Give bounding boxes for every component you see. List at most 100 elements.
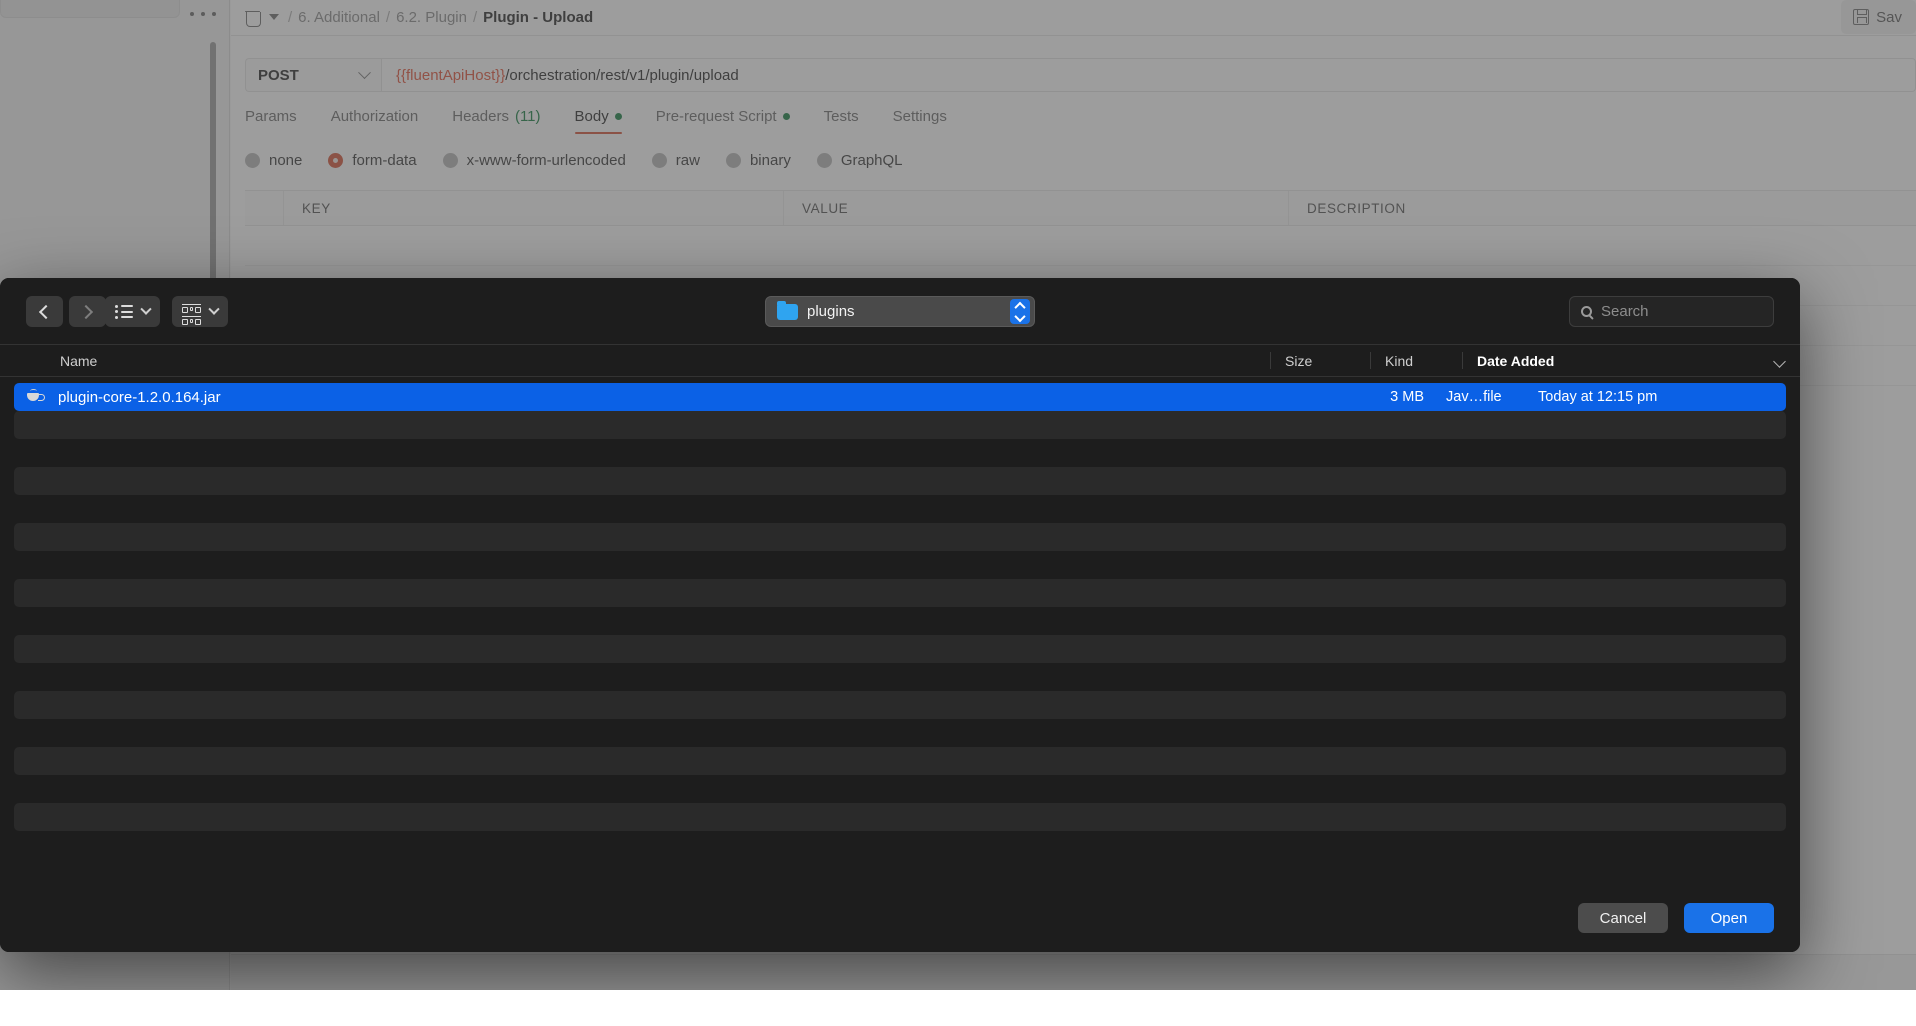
body-type-graphql-label: GraphQL xyxy=(840,152,903,169)
java-file-icon xyxy=(26,389,45,404)
list-item xyxy=(14,635,1786,663)
updown-stepper-icon[interactable] xyxy=(1010,299,1030,324)
tab-pre-request-script[interactable]: Pre-request Script xyxy=(639,108,807,134)
breadcrumb-separator-1: / xyxy=(288,8,293,26)
current-folder-label: plugins xyxy=(807,303,855,320)
chevron-left-icon xyxy=(38,304,54,319)
tab-headers[interactable]: Headers (11) xyxy=(435,108,557,134)
list-item xyxy=(14,663,1786,691)
path-popup-button[interactable]: plugins xyxy=(765,296,1035,327)
url-bar: POST {{fluentApiHost}}/orchestration/res… xyxy=(245,58,1916,92)
list-view-icon xyxy=(115,305,133,319)
chevron-down-icon xyxy=(358,65,371,79)
ellipsis-icon[interactable] xyxy=(190,5,216,23)
file-kind-cell: Jav…file xyxy=(1446,389,1502,405)
url-input[interactable]: {{fluentApiHost}}/orchestration/rest/v1/… xyxy=(381,58,1916,92)
group-by-button[interactable] xyxy=(172,296,228,327)
search-input[interactable]: Search xyxy=(1569,296,1774,327)
list-item[interactable]: plugin-core-1.2.0.164.jar 3 MB Jav…file … xyxy=(14,383,1786,411)
header-divider xyxy=(231,35,1916,36)
tab-settings[interactable]: Settings xyxy=(876,108,964,134)
caret-down-icon[interactable] xyxy=(269,14,279,20)
chevron-down-icon xyxy=(140,303,152,315)
list-item xyxy=(14,719,1786,747)
body-type-form-data[interactable]: form-data xyxy=(328,152,430,169)
tab-authorization[interactable]: Authorization xyxy=(314,108,436,134)
method-select[interactable]: POST xyxy=(245,58,381,92)
collection-trash-icon xyxy=(245,9,261,27)
column-header-kind[interactable]: Kind xyxy=(1370,352,1462,369)
body-type-none-label: none xyxy=(269,152,303,169)
list-item xyxy=(14,775,1786,803)
list-item xyxy=(14,803,1786,831)
body-type-radio-group: none form-data x-www-form-urlencoded raw… xyxy=(245,152,929,169)
tab-pre-request-script-label: Pre-request Script xyxy=(655,108,777,125)
body-type-urlencoded[interactable]: x-www-form-urlencoded xyxy=(442,152,640,169)
form-data-table-header: KEY VALUE DESCRIPTION xyxy=(245,190,1916,226)
radio-icon-graphql xyxy=(816,153,832,168)
page-title: Plugin - Upload xyxy=(483,8,594,26)
list-view-button[interactable] xyxy=(105,296,160,327)
list-item xyxy=(14,523,1786,551)
save-button[interactable]: Sav xyxy=(1841,0,1916,34)
search-icon xyxy=(1581,306,1592,317)
body-type-binary-label: binary xyxy=(749,152,791,169)
table-header-key[interactable]: KEY xyxy=(283,191,783,225)
bottom-left-spacer xyxy=(0,990,230,1026)
column-header-date-added[interactable]: Date Added xyxy=(1462,352,1800,369)
body-type-raw-label: raw xyxy=(675,152,700,169)
cancel-button[interactable]: Cancel xyxy=(1578,903,1668,933)
file-name-label: plugin-core-1.2.0.164.jar xyxy=(58,388,221,406)
sidebar-tab-chip[interactable] xyxy=(0,0,180,18)
table-header-checkbox-col xyxy=(245,191,283,225)
list-item xyxy=(14,467,1786,495)
tab-params[interactable]: Params xyxy=(245,108,314,134)
file-list-column-headers: Name Size Kind Date Added xyxy=(0,344,1800,377)
bottom-spacer xyxy=(0,990,1916,1026)
tab-tests-label: Tests xyxy=(823,108,859,125)
tab-body-status-dot xyxy=(614,113,622,120)
list-item xyxy=(14,439,1786,467)
breadcrumb-separator-3: / xyxy=(472,8,478,26)
body-type-graphql[interactable]: GraphQL xyxy=(816,152,917,169)
dialog-toolbar: plugins Search xyxy=(0,278,1800,344)
tab-tests[interactable]: Tests xyxy=(807,108,876,134)
radio-icon-binary xyxy=(725,153,741,168)
file-date-added-cell: Today at 12:15 pm xyxy=(1538,389,1658,405)
open-button[interactable]: Open xyxy=(1684,903,1774,933)
column-header-size[interactable]: Size xyxy=(1270,352,1370,369)
breadcrumb-item-0[interactable]: 6. Additional xyxy=(298,9,380,26)
file-name-cell: plugin-core-1.2.0.164.jar xyxy=(14,389,1346,406)
body-type-binary[interactable]: binary xyxy=(725,152,805,169)
radio-icon-urlencoded xyxy=(442,153,458,168)
body-type-none[interactable]: none xyxy=(245,152,316,169)
body-type-raw[interactable]: raw xyxy=(651,152,714,169)
url-variable: {{fluentApiHost}} xyxy=(396,66,506,84)
list-item xyxy=(14,495,1786,523)
request-tabs: Params Authorization Headers (11) Body P… xyxy=(245,108,964,134)
list-item xyxy=(14,551,1786,579)
list-item xyxy=(14,579,1786,607)
table-header-description[interactable]: DESCRIPTION xyxy=(1288,191,1916,225)
list-item xyxy=(14,607,1786,635)
tab-headers-count: (11) xyxy=(514,108,541,125)
navigation-buttons xyxy=(26,296,106,327)
list-item xyxy=(14,747,1786,775)
screen-root: / 6. Additional / 6.2. Plugin / Plugin -… xyxy=(0,0,1916,1026)
tab-pre-request-status-dot xyxy=(782,113,790,120)
radio-icon-form-data xyxy=(328,153,344,168)
radio-icon-raw xyxy=(651,153,667,168)
column-header-name[interactable]: Name xyxy=(0,352,1270,369)
status-bar xyxy=(231,954,1916,990)
breadcrumb-item-1[interactable]: 6.2. Plugin xyxy=(396,9,467,26)
forward-button xyxy=(69,296,106,327)
back-button[interactable] xyxy=(26,296,63,327)
radio-icon-none xyxy=(245,153,260,168)
table-header-value[interactable]: VALUE xyxy=(783,191,1288,225)
file-open-dialog: plugins Search Name Size Kind Date Added xyxy=(0,278,1800,952)
floppy-disk-icon xyxy=(1853,9,1870,25)
table-row[interactable] xyxy=(245,226,1916,266)
tab-body[interactable]: Body xyxy=(558,108,639,134)
tab-headers-label: Headers xyxy=(452,108,509,125)
folder-icon xyxy=(777,300,798,320)
